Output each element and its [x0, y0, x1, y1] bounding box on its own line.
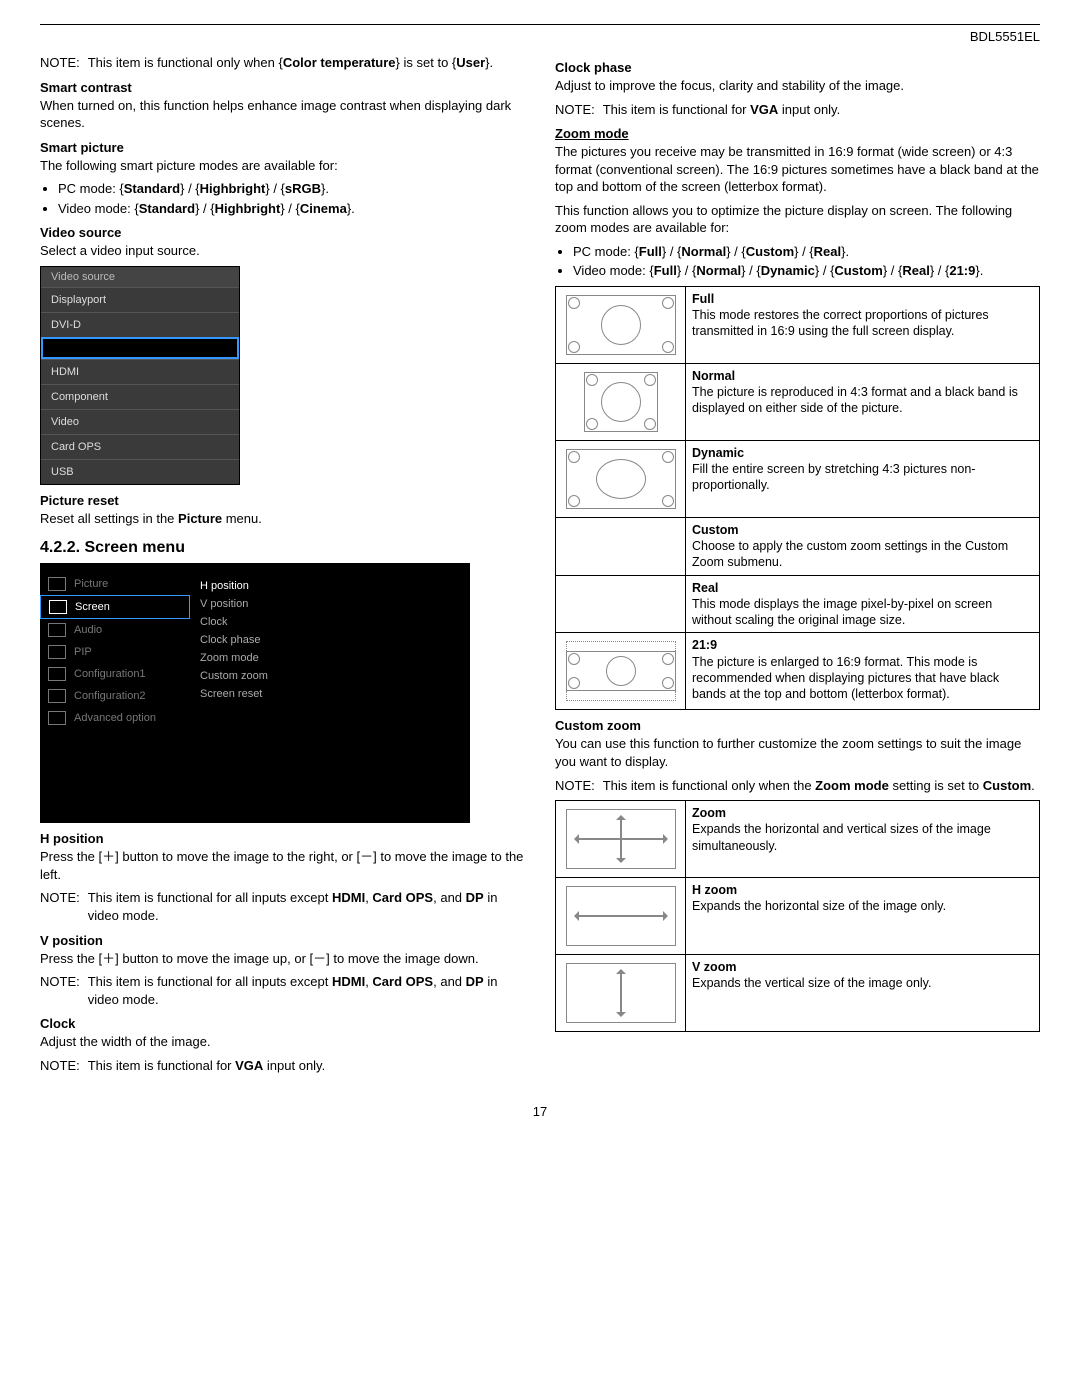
osd-item: Video	[41, 409, 239, 434]
osd-item: HDMI	[41, 359, 239, 384]
osd-right-item: Zoom mode	[200, 649, 470, 667]
para: You can use this function to further cus…	[555, 735, 1040, 770]
osd-left-item: Advanced option	[40, 707, 190, 729]
osd-right-item: Clock	[200, 613, 470, 631]
para: The pictures you receive may be transmit…	[555, 143, 1040, 196]
table-cell: FullThis mode restores the correct propo…	[686, 286, 1040, 363]
osd-left-item: PIP	[40, 641, 190, 663]
osd-item: Displayport	[41, 287, 239, 312]
heading-clock-phase: Clock phase	[555, 60, 1040, 75]
list-item: Video mode: {Standard} / {Highbright} / …	[58, 200, 525, 218]
osd-right-item: Clock phase	[200, 631, 470, 649]
para: Press the [＋] button to move the image t…	[40, 848, 525, 883]
osd-item: Component	[41, 384, 239, 409]
zoom-dynamic-icon	[556, 440, 686, 517]
list-item: PC mode: {Standard} / {Highbright} / {sR…	[58, 180, 525, 198]
vzoom-icon	[556, 955, 686, 1032]
screen-menu-osd: Picture Screen Audio PIP Configuration1 …	[40, 563, 470, 823]
osd-item: Card OPS	[41, 434, 239, 459]
table-cell: RealThis mode displays the image pixel-b…	[686, 575, 1040, 633]
osd-header: Video source	[41, 267, 239, 287]
note-label: NOTE:	[40, 889, 80, 924]
osd-right-item: Custom zoom	[200, 667, 470, 685]
osd-right-item: Screen reset	[200, 685, 470, 703]
heading-h-position: H position	[40, 831, 525, 846]
table-cell: NormalThe picture is reproduced in 4:3 f…	[686, 363, 1040, 440]
note-text: This item is functional for VGA input on…	[603, 101, 1040, 119]
list-item: PC mode: {Full} / {Normal} / {Custom} / …	[573, 243, 1040, 261]
custom-zoom-table: ZoomExpands the horizontal and vertical …	[555, 800, 1040, 1032]
osd-item-selected	[41, 337, 239, 359]
osd-right-item: V position	[200, 595, 470, 613]
model-number: BDL5551EL	[40, 29, 1040, 44]
table-cell: V zoomExpands the vertical size of the i…	[686, 955, 1040, 1032]
zoom-real-icon	[556, 575, 686, 633]
zoom-219-icon	[556, 633, 686, 710]
table-cell: CustomChoose to apply the custom zoom se…	[686, 517, 1040, 575]
right-column: Clock phase Adjust to improve the focus,…	[555, 52, 1040, 1080]
osd-left-item: Picture	[40, 573, 190, 595]
heading-v-position: V position	[40, 933, 525, 948]
note-label: NOTE:	[40, 1057, 80, 1075]
para: Adjust the width of the image.	[40, 1033, 525, 1051]
table-cell: 21:9The picture is enlarged to 16:9 form…	[686, 633, 1040, 710]
heading-smart-contrast: Smart contrast	[40, 80, 525, 95]
zoom-mode-table: FullThis mode restores the correct propo…	[555, 286, 1040, 711]
para: The following smart picture modes are av…	[40, 157, 525, 175]
heading-zoom-mode: Zoom mode	[555, 126, 1040, 141]
para: Adjust to improve the focus, clarity and…	[555, 77, 1040, 95]
osd-left-item: Audio	[40, 619, 190, 641]
left-column: NOTE: This item is functional only when …	[40, 52, 525, 1080]
note-text: This item is functional only when the Zo…	[603, 777, 1040, 795]
zoom-custom-icon	[556, 517, 686, 575]
para: Reset all settings in the Picture menu.	[40, 510, 525, 528]
osd-item: DVI-D	[41, 312, 239, 337]
osd-left-item-active: Screen	[40, 595, 190, 619]
osd-right-item: H position	[200, 577, 470, 595]
note-label: NOTE:	[40, 973, 80, 1008]
table-cell: DynamicFill the entire screen by stretch…	[686, 440, 1040, 517]
para: Select a video input source.	[40, 242, 525, 260]
heading-clock: Clock	[40, 1016, 525, 1031]
osd-item: USB	[41, 459, 239, 484]
zoom-full-icon	[556, 286, 686, 363]
hzoom-icon	[556, 878, 686, 955]
note-label: NOTE:	[40, 54, 80, 72]
heading-custom-zoom: Custom zoom	[555, 718, 1040, 733]
heading-screen-menu: 4.2.2. Screen menu	[40, 539, 525, 557]
heading-smart-picture: Smart picture	[40, 140, 525, 155]
video-source-osd: Video source Displayport DVI-D HDMI Comp…	[40, 266, 240, 485]
note-label: NOTE:	[555, 101, 595, 119]
heading-picture-reset: Picture reset	[40, 493, 525, 508]
note-text: This item is functional for all inputs e…	[88, 889, 525, 924]
table-cell: ZoomExpands the horizontal and vertical …	[686, 801, 1040, 878]
para: Press the [＋] button to move the image u…	[40, 950, 525, 968]
list-item: Video mode: {Full} / {Normal} / {Dynamic…	[573, 262, 1040, 280]
zoom-icon	[556, 801, 686, 878]
note-label: NOTE:	[555, 777, 595, 795]
para: When turned on, this function helps enha…	[40, 97, 525, 132]
note-text: This item is functional for all inputs e…	[88, 973, 525, 1008]
note-text: This item is functional for VGA input on…	[88, 1057, 525, 1075]
zoom-normal-icon	[556, 363, 686, 440]
osd-left-item: Configuration2	[40, 685, 190, 707]
note-text: This item is functional only when {Color…	[88, 54, 525, 72]
heading-video-source: Video source	[40, 225, 525, 240]
table-cell: H zoomExpands the horizontal size of the…	[686, 878, 1040, 955]
osd-left-item: Configuration1	[40, 663, 190, 685]
para: This function allows you to optimize the…	[555, 202, 1040, 237]
page-number: 17	[40, 1104, 1040, 1119]
